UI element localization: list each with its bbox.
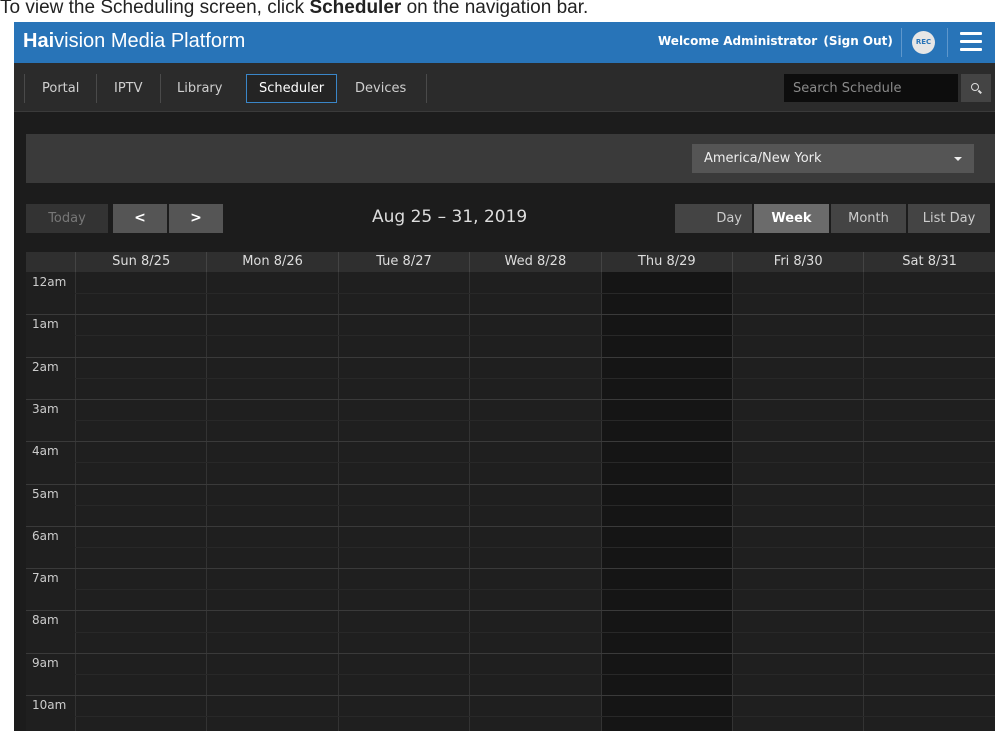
calendar-header: Sun 8/25 Mon 8/26 Tue 8/27 Wed 8/28 Thu 8/29… xyxy=(26,252,995,272)
time-slot-label: 7am xyxy=(32,571,59,586)
next-button[interactable]: > xyxy=(169,204,223,233)
time-slot-label: 8am xyxy=(32,613,59,628)
prev-button[interactable]: < xyxy=(113,204,167,233)
nav-item-scheduler[interactable]: Scheduler xyxy=(246,74,338,103)
timezone-value: America/New York xyxy=(704,151,822,166)
hour-line xyxy=(26,695,995,696)
top-header: Haivision Media Platform Welcome Adminis… xyxy=(14,22,995,63)
nav-divider xyxy=(426,74,427,103)
hour-line xyxy=(26,441,995,443)
nav-divider xyxy=(160,74,161,103)
instruction-caption: To view the Scheduling screen, click Sch… xyxy=(0,0,995,22)
half-hour-line xyxy=(75,673,995,675)
brand-text: vision Media Platform xyxy=(54,30,246,52)
timezone-bar: America/New York xyxy=(26,134,995,183)
grid-column-line xyxy=(732,272,733,731)
view-month-button[interactable]: Month xyxy=(831,204,906,233)
half-hour-line xyxy=(75,420,995,422)
week-calendar: Sun 8/25 Mon 8/26 Tue 8/27 Wed 8/28 Thu 8/29… xyxy=(26,252,995,731)
day-column-header: Sun 8/25 xyxy=(75,252,206,272)
timezone-select[interactable]: America/New York xyxy=(692,144,974,173)
caption-suffix: on the navigation bar. xyxy=(401,0,589,18)
grid-column-line xyxy=(337,272,339,731)
hour-line xyxy=(26,314,995,316)
hour-line xyxy=(26,398,995,400)
nav-item-portal[interactable]: Portal xyxy=(30,74,91,103)
caret-down-icon xyxy=(954,157,962,161)
caption-bold: Scheduler xyxy=(309,0,402,18)
app-window: Haivision Media Platform Welcome Adminis… xyxy=(14,22,995,731)
sign-out-link[interactable]: (Sign Out) xyxy=(823,34,893,48)
caption-prefix: To view the Scheduling screen, click xyxy=(0,0,310,18)
half-hour-line xyxy=(75,335,995,337)
search-button[interactable] xyxy=(961,74,991,102)
grid-column-line xyxy=(600,272,602,731)
time-slot-label: 9am xyxy=(32,655,59,670)
brand-logo[interactable]: Haivision Media Platform xyxy=(23,30,245,53)
grid-column-line xyxy=(863,272,865,731)
welcome-text: Welcome Administrator (Sign Out) xyxy=(658,34,893,48)
half-hour-line xyxy=(75,293,995,295)
rec-icon[interactable]: REC xyxy=(912,31,935,54)
view-week-button[interactable]: Week xyxy=(754,204,829,233)
half-hour-line xyxy=(75,716,995,718)
navigation-bar: Portal IPTV Library Scheduler Devices xyxy=(14,63,995,112)
half-hour-line xyxy=(75,377,995,379)
time-slot-label: 1am xyxy=(32,317,59,332)
nav-item-iptv[interactable]: IPTV xyxy=(102,74,155,103)
hour-line xyxy=(26,356,995,358)
day-column-header: Tue 8/27 xyxy=(337,252,469,272)
search-icon xyxy=(971,83,979,91)
day-column-header: Mon 8/26 xyxy=(206,252,337,272)
day-column-header: Wed 8/28 xyxy=(469,252,600,272)
grid-column-line xyxy=(75,272,76,731)
time-slot-label: 6am xyxy=(32,528,59,543)
search-input[interactable] xyxy=(784,74,958,102)
welcome-user: Welcome Administrator xyxy=(658,34,818,48)
nav-item-library[interactable]: Library xyxy=(165,74,234,103)
date-range-title: Aug 25 – 31, 2019 xyxy=(372,207,528,227)
grid-column-line xyxy=(469,272,471,731)
today-column xyxy=(600,272,732,731)
nav-item-devices[interactable]: Devices xyxy=(343,74,418,103)
view-day-button[interactable]: Day xyxy=(675,204,752,233)
hamburger-menu-icon[interactable] xyxy=(960,32,982,52)
brand-bold: Hai xyxy=(23,30,55,52)
time-slot-label: 12am xyxy=(32,275,67,289)
half-hour-line xyxy=(75,504,995,506)
time-slot-label: 2am xyxy=(32,359,59,374)
nav-divider xyxy=(96,74,97,103)
header-divider xyxy=(947,28,948,57)
today-button[interactable]: Today xyxy=(26,204,108,233)
view-list-day-button[interactable]: List Day xyxy=(908,204,990,233)
time-slot-label: 3am xyxy=(32,401,59,416)
day-column-header: Fri 8/30 xyxy=(732,252,863,272)
half-hour-line xyxy=(75,631,995,633)
nav-divider xyxy=(24,74,25,103)
hour-line xyxy=(26,652,995,654)
day-column-header: Sat 8/31 xyxy=(863,252,994,272)
time-slot-label: 10am xyxy=(32,698,67,712)
grid-column-line xyxy=(206,272,208,731)
time-slot-label: 5am xyxy=(32,486,59,501)
time-slot-label: 4am xyxy=(32,444,59,459)
half-hour-line xyxy=(75,589,995,591)
hour-line xyxy=(26,483,995,485)
half-hour-line xyxy=(75,546,995,548)
header-divider xyxy=(901,28,902,57)
day-column-header: Thu 8/29 xyxy=(600,252,732,272)
hour-line xyxy=(26,525,995,527)
hour-line xyxy=(26,610,995,612)
hour-line xyxy=(26,568,995,570)
half-hour-line xyxy=(75,462,995,464)
